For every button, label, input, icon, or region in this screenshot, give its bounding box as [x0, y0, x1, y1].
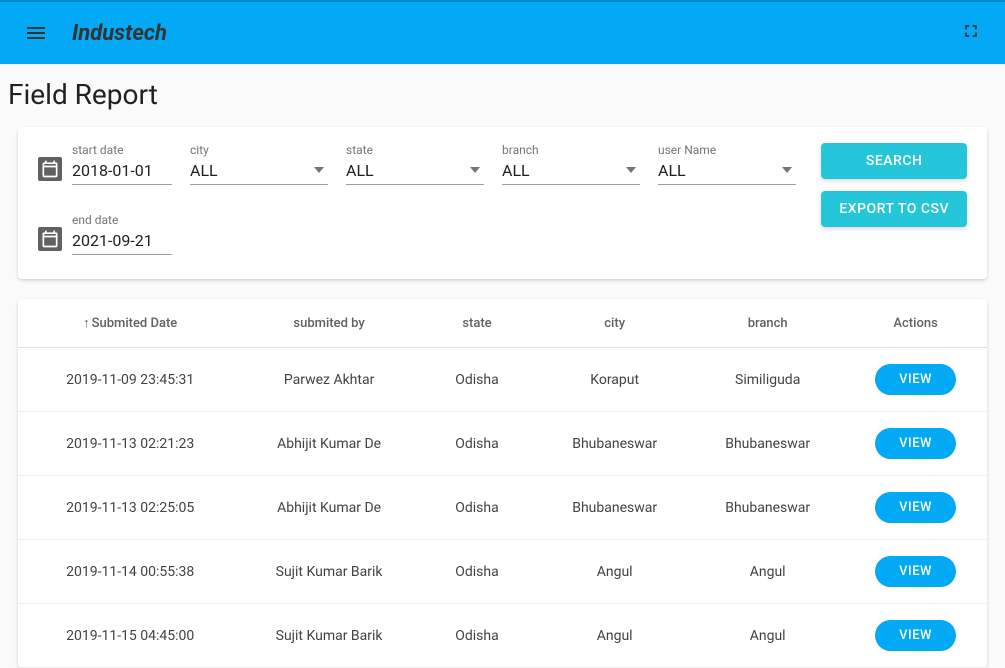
table-row: 2019-11-14 00:55:38Sujit Kumar BarikOdis… — [18, 540, 987, 604]
results-table-card: ↑Submited Date submited by state city br… — [18, 299, 987, 668]
cell-date: 2019-11-13 02:25:05 — [18, 476, 242, 540]
user-name-select[interactable]: user Name ALL — [658, 143, 796, 185]
table-row: 2019-11-15 04:45:00Sujit Kumar BarikOdis… — [18, 604, 987, 668]
cell-by: Sujit Kumar Barik — [242, 604, 415, 668]
cell-date: 2019-11-14 00:55:38 — [18, 540, 242, 604]
page-title: Field Report — [0, 64, 1005, 111]
view-button[interactable]: VIEW — [875, 492, 956, 523]
cell-branch: Angul — [691, 540, 844, 604]
end-date-field[interactable]: end date — [38, 213, 172, 255]
view-button[interactable]: VIEW — [875, 556, 956, 587]
branch-label: branch — [502, 143, 640, 157]
city-label: city — [190, 143, 328, 157]
start-date-input[interactable] — [72, 159, 172, 185]
cell-actions: VIEW — [844, 604, 987, 668]
menu-icon[interactable] — [16, 13, 56, 53]
cell-by: Abhijit Kumar De — [242, 476, 415, 540]
state-value: ALL — [346, 159, 484, 185]
cell-state: Odisha — [416, 348, 538, 412]
start-date-label: start date — [72, 143, 172, 157]
cell-actions: VIEW — [844, 476, 987, 540]
sort-ascending-icon: ↑ — [83, 315, 90, 331]
branch-value: ALL — [502, 159, 640, 185]
col-state[interactable]: state — [416, 299, 538, 348]
cell-city: Angul — [538, 540, 691, 604]
col-submitted-date[interactable]: ↑Submited Date — [18, 299, 242, 348]
cell-actions: VIEW — [844, 412, 987, 476]
cell-by: Abhijit Kumar De — [242, 412, 415, 476]
col-actions: Actions — [844, 299, 987, 348]
user-name-label: user Name — [658, 143, 796, 157]
cell-by: Parwez Akhtar — [242, 348, 415, 412]
city-value: ALL — [190, 159, 328, 185]
cell-branch: Bhubaneswar — [691, 476, 844, 540]
table-row: 2019-11-13 02:21:23Abhijit Kumar DeOdish… — [18, 412, 987, 476]
app-header: Industech — [0, 0, 1005, 64]
cell-state: Odisha — [416, 604, 538, 668]
cell-date: 2019-11-15 04:45:00 — [18, 604, 242, 668]
cell-city: Koraput — [538, 348, 691, 412]
view-button[interactable]: VIEW — [875, 428, 956, 459]
user-name-value: ALL — [658, 159, 796, 185]
cell-actions: VIEW — [844, 348, 987, 412]
cell-state: Odisha — [416, 412, 538, 476]
col-branch[interactable]: branch — [691, 299, 844, 348]
cell-branch: Angul — [691, 604, 844, 668]
table-row: 2019-11-09 23:45:31Parwez AkhtarOdishaKo… — [18, 348, 987, 412]
view-button[interactable]: VIEW — [875, 364, 956, 395]
state-label: state — [346, 143, 484, 157]
start-date-field[interactable]: start date — [38, 143, 172, 185]
cell-branch: Bhubaneswar — [691, 412, 844, 476]
cell-city: Bhubaneswar — [538, 412, 691, 476]
cell-city: Angul — [538, 604, 691, 668]
end-date-input[interactable] — [72, 229, 172, 255]
state-select[interactable]: state ALL — [346, 143, 484, 185]
cell-city: Bhubaneswar — [538, 476, 691, 540]
view-button[interactable]: VIEW — [875, 620, 956, 651]
calendar-icon — [38, 227, 62, 251]
cell-state: Odisha — [416, 540, 538, 604]
cell-state: Odisha — [416, 476, 538, 540]
col-submitted-by[interactable]: submited by — [242, 299, 415, 348]
cell-date: 2019-11-13 02:21:23 — [18, 412, 242, 476]
cell-branch: Similiguda — [691, 348, 844, 412]
city-select[interactable]: city ALL — [190, 143, 328, 185]
filter-card: start date end date city ALL — [18, 127, 987, 279]
calendar-icon — [38, 157, 62, 181]
cell-actions: VIEW — [844, 540, 987, 604]
results-table: ↑Submited Date submited by state city br… — [18, 299, 987, 668]
fullscreen-icon[interactable] — [961, 21, 981, 45]
table-row: 2019-11-13 02:25:05Abhijit Kumar DeOdish… — [18, 476, 987, 540]
cell-by: Sujit Kumar Barik — [242, 540, 415, 604]
col-city[interactable]: city — [538, 299, 691, 348]
brand-title: Industech — [72, 21, 167, 46]
branch-select[interactable]: branch ALL — [502, 143, 640, 185]
search-button[interactable]: SEARCH — [821, 143, 967, 179]
export-csv-button[interactable]: EXPORT TO CSV — [821, 191, 967, 227]
cell-date: 2019-11-09 23:45:31 — [18, 348, 242, 412]
end-date-label: end date — [72, 213, 172, 227]
